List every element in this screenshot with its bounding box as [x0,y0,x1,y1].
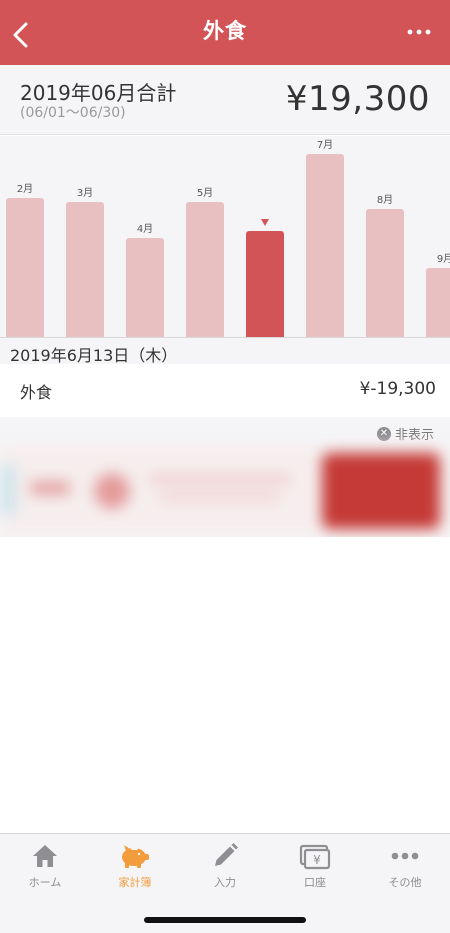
ad-banner[interactable] [0,445,450,537]
piggy-bank-icon [122,845,149,868]
tab-other-label: その他 [388,876,422,889]
wallet-icon: ¥ [299,844,331,870]
chevron-left-icon [13,22,28,48]
tab-household-book-label: 家計簿 [118,876,152,889]
selected-marker-icon [261,219,269,226]
chart-svg: 2月 3月 4月 5月 7月 8月 9月 [6,139,450,338]
tab-input[interactable]: 入力 [180,842,270,890]
hide-ad-label: 非表示 [394,428,434,443]
bar-5月[interactable] [186,202,224,338]
tab-home[interactable]: ホーム [0,842,90,890]
summary-date-range: (06/01〜06/30) [20,105,126,121]
more-horizontal-icon [407,29,431,35]
bar-label: 8月 [377,194,393,206]
transaction-amount: ¥-19,300 [359,379,436,399]
tab-home-label: ホーム [28,876,62,889]
transaction-row[interactable]: 外食 ¥-19,300 [0,364,450,416]
bar-label: 4月 [137,223,153,235]
ad-area: ✕ 非表示 [0,417,450,537]
hide-ad-button[interactable]: ✕ 非表示 [376,424,434,443]
tab-input-label: 入力 [214,876,236,889]
bar-label: 2月 [17,183,33,195]
bar-label: 7月 [317,139,333,151]
bar-6月[interactable] [246,231,284,338]
back-button[interactable] [6,18,36,52]
bar-9月[interactable] [426,268,450,338]
nav-header: 外食 [0,0,450,65]
home-indicator [144,917,306,923]
more-button[interactable] [404,20,434,44]
bar-4月[interactable] [126,238,164,338]
pencil-icon [215,843,238,866]
tab-accounts[interactable]: ¥ 口座 [270,842,360,890]
bar-label: 5月 [197,187,213,199]
summary-total-amount: ¥19,300 [285,79,430,119]
tab-accounts-label: 口座 [304,876,326,889]
tab-household-book[interactable]: 家計簿 [90,842,180,890]
bar-3月[interactable] [66,202,104,338]
transaction-category: 外食 [20,383,53,402]
close-circle-icon: ✕ [376,426,391,441]
page-title: 外食 [203,18,247,43]
monthly-summary: 2019年06月合計 (06/01〜06/30) ¥19,300 [0,65,450,135]
house-icon [33,845,57,867]
svg-text:¥: ¥ [313,853,321,867]
bar-8月[interactable] [366,209,404,338]
bar-label: 9月 [437,253,450,265]
day-date-label: 2019年6月13日（木） [10,346,178,365]
monthly-bar-chart[interactable]: 2月 3月 4月 5月 7月 8月 9月 [0,136,450,338]
bar-2月[interactable] [6,198,44,338]
day-header: 2019年6月13日（木） [0,338,450,365]
bar-label: 3月 [77,187,93,199]
tab-other[interactable]: その他 [360,842,450,890]
bar-7月[interactable] [306,154,344,338]
more-dots-icon [391,852,419,860]
